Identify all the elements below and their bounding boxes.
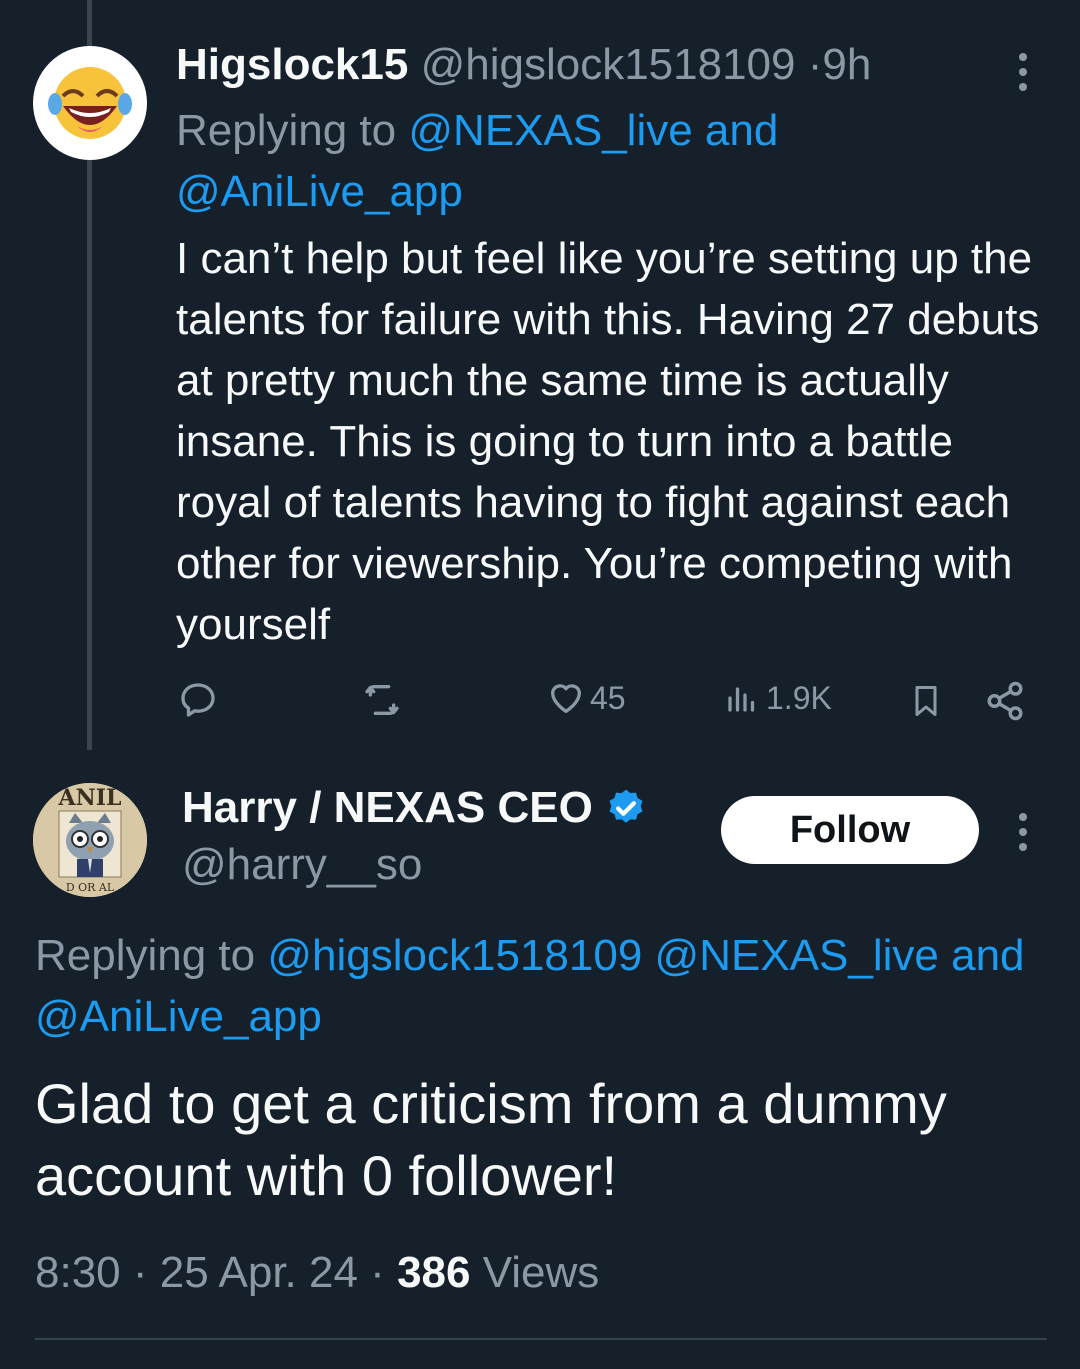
separator: · [807,40,823,89]
like-button[interactable]: 45 [546,678,626,718]
separator: · [370,1248,385,1297]
follow-button[interactable]: Follow [721,796,979,864]
reply-icon [181,683,215,717]
tweet-header: Higslock15 @higslock1518109 ·9h [176,40,871,90]
replying-to: Replying to @higslock1518109 @NEXAS_live… [35,925,1065,1047]
tweet-text: Glad to get a criticism from a dummy acc… [35,1072,947,1207]
mention-link[interactable]: @AniLive_app [176,167,463,216]
mention-link[interactable]: @NEXAS_live and [655,931,1025,980]
heart-icon [551,684,581,713]
mention-link[interactable]: @higslock1518109 [267,931,642,980]
avatar[interactable] [33,46,147,160]
avatar[interactable]: ANIL D OR AL [33,783,147,897]
thread-line [87,160,92,750]
bookmark-button[interactable] [908,680,944,722]
author-handle[interactable]: @harry__so [182,840,422,890]
tweet-text: I can’t help but feel like you’re settin… [176,234,1040,649]
author-name-row: Harry / NEXAS CEO [182,783,647,833]
retweet-icon [365,685,399,715]
owl-avatar-icon: ANIL D OR AL [33,783,147,897]
verified-badge-icon[interactable] [605,787,647,829]
more-options-icon[interactable] [1017,813,1029,858]
retweet-button[interactable] [360,680,404,720]
divider [35,1338,1047,1340]
mention-link[interactable]: @AniLive_app [35,992,322,1041]
views-count[interactable]: 386 [397,1248,470,1297]
mention-link[interactable]: @NEXAS_live and [408,106,778,155]
replying-to: Replying to @NEXAS_live and @AniLive_app [176,100,1036,222]
replying-prefix: Replying to [35,931,256,980]
thread-line-top [87,0,92,48]
bookmark-icon [915,686,937,716]
tweet-meta: 8:30 · 25 Apr. 24 · 386 Views [35,1248,599,1298]
reply-button[interactable] [178,680,218,720]
views-label: Views [482,1248,600,1297]
more-options-icon[interactable] [1017,53,1029,98]
view-count: 1.9K [766,679,832,716]
author-name[interactable]: Higslock15 [176,40,408,89]
avatar-text-top: ANIL [58,785,122,811]
timestamp[interactable]: 9h [822,40,871,89]
replying-prefix: Replying to [176,106,397,155]
share-button[interactable] [984,680,1026,722]
author-name[interactable]: Harry / NEXAS CEO [182,783,593,833]
author-handle[interactable]: @higslock1518109 [421,40,796,89]
laughing-crying-emoji-icon [48,67,132,139]
timestamp[interactable]: 8:30 [35,1248,121,1297]
separator: · [132,1248,148,1297]
date[interactable]: 25 Apr. 24 [160,1248,358,1297]
tweet-actions: 45 1.9K [0,676,1080,728]
like-count: 45 [590,679,626,716]
share-icon [987,681,1023,721]
avatar-text-bottom: D OR AL [66,881,115,894]
analytics-icon [728,687,755,712]
views-button[interactable]: 1.9K [724,678,832,718]
